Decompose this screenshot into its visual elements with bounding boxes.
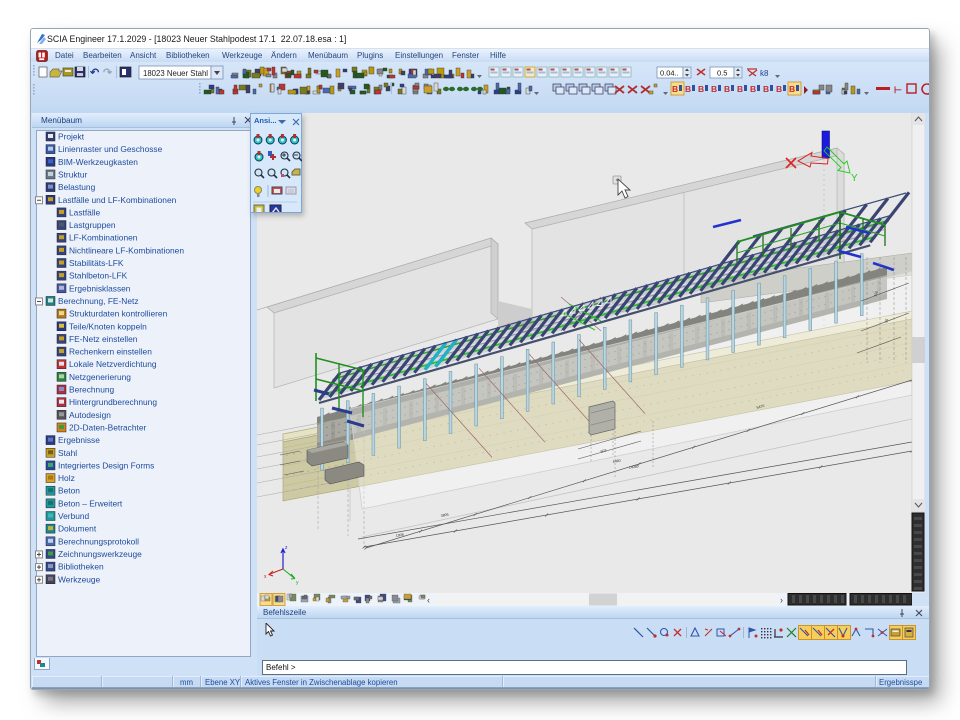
svg-text:Nichtlineare LF-Kombinationen: Nichtlineare LF-Kombinationen [69,245,184,255]
svg-text:›: › [780,595,783,605]
svg-text:BIM-Werkzeugkasten: BIM-Werkzeugkasten [58,157,138,167]
svg-text:Bibliotheken: Bibliotheken [58,562,104,572]
svg-text:0.04..: 0.04.. [660,69,679,78]
svg-text:Lastfälle und LF-Kombinationen: Lastfälle und LF-Kombinationen [58,195,177,205]
svg-text:Dokument: Dokument [58,524,97,534]
svg-text:Beton: Beton [58,486,80,496]
svg-text:↷: ↷ [103,67,113,79]
svg-text:Stahl: Stahl [58,448,77,458]
svg-text:Holz: Holz [58,473,75,483]
svg-text:Berechnung: Berechnung [69,385,115,395]
svg-text:Lokale Netzverdichtung: Lokale Netzverdichtung [69,359,157,369]
svg-text:Y: Y [851,173,858,184]
svg-text:B: B [737,84,743,94]
svg-text:B: B [685,84,691,94]
svg-text:Beton – Erweitert: Beton – Erweitert [58,498,123,508]
svg-text:Linienraster und Geschosse: Linienraster und Geschosse [58,144,163,154]
svg-text:Rechenkern einstellen: Rechenkern einstellen [69,347,152,357]
svg-text:⊢: ⊢ [894,85,902,95]
svg-text:B: B [672,84,678,94]
svg-text:Belastung: Belastung [58,182,96,192]
svg-text:Hintergrundberechnung: Hintergrundberechnung [69,397,157,407]
svg-text:B: B [750,84,756,94]
svg-text:Ergebnisse: Ergebnisse [58,435,100,445]
svg-text:LF-Kombinationen: LF-Kombinationen [69,233,138,243]
svg-text:B: B [776,84,782,94]
svg-text:Projekt: Projekt [58,132,85,142]
svg-text:Autodesign: Autodesign [69,410,111,420]
svg-text:Lastgruppen: Lastgruppen [69,220,116,230]
svg-text:Struktur: Struktur [58,169,88,179]
svg-text:‹: ‹ [427,595,430,605]
svg-text:2D-Daten-Betrachter: 2D-Daten-Betrachter [69,422,146,432]
svg-text:B: B [763,84,769,94]
svg-text:B: B [698,84,704,94]
svg-text:Ergebnisklassen: Ergebnisklassen [69,283,131,293]
svg-text:Berechnungsprotokoll: Berechnungsprotokoll [58,536,139,546]
svg-text:Stabilitäts-LFK: Stabilitäts-LFK [69,258,124,268]
svg-text:B: B [724,84,730,94]
svg-text:B: B [789,84,795,94]
svg-text:Verbund: Verbund [58,511,90,521]
svg-text:Integriertes Design Forms: Integriertes Design Forms [58,460,154,470]
svg-text:↶: ↶ [89,67,100,79]
svg-text:FE-Netz einstellen: FE-Netz einstellen [69,334,138,344]
svg-text:Berechnung, FE-Netz: Berechnung, FE-Netz [58,296,139,306]
svg-text:B: B [711,84,717,94]
svg-text:Teile/Knoten koppeln: Teile/Knoten koppeln [69,321,147,331]
svg-text:Lastfälle: Lastfälle [69,207,101,217]
svg-text:Werkzeuge: Werkzeuge [58,574,101,584]
svg-text:Netzgenerierung: Netzgenerierung [69,372,131,382]
svg-text:0.5: 0.5 [717,69,727,78]
svg-text:ƙ8: ƙ8 [760,69,769,78]
svg-text:18023 Neuer Stahl: 18023 Neuer Stahl [143,69,208,78]
svg-text:Zeichnungswerkzeuge: Zeichnungswerkzeuge [58,549,142,559]
svg-text:Stahlbeton-LFK: Stahlbeton-LFK [69,271,128,281]
svg-text:Strukturdaten kontrollieren: Strukturdaten kontrollieren [69,309,168,319]
